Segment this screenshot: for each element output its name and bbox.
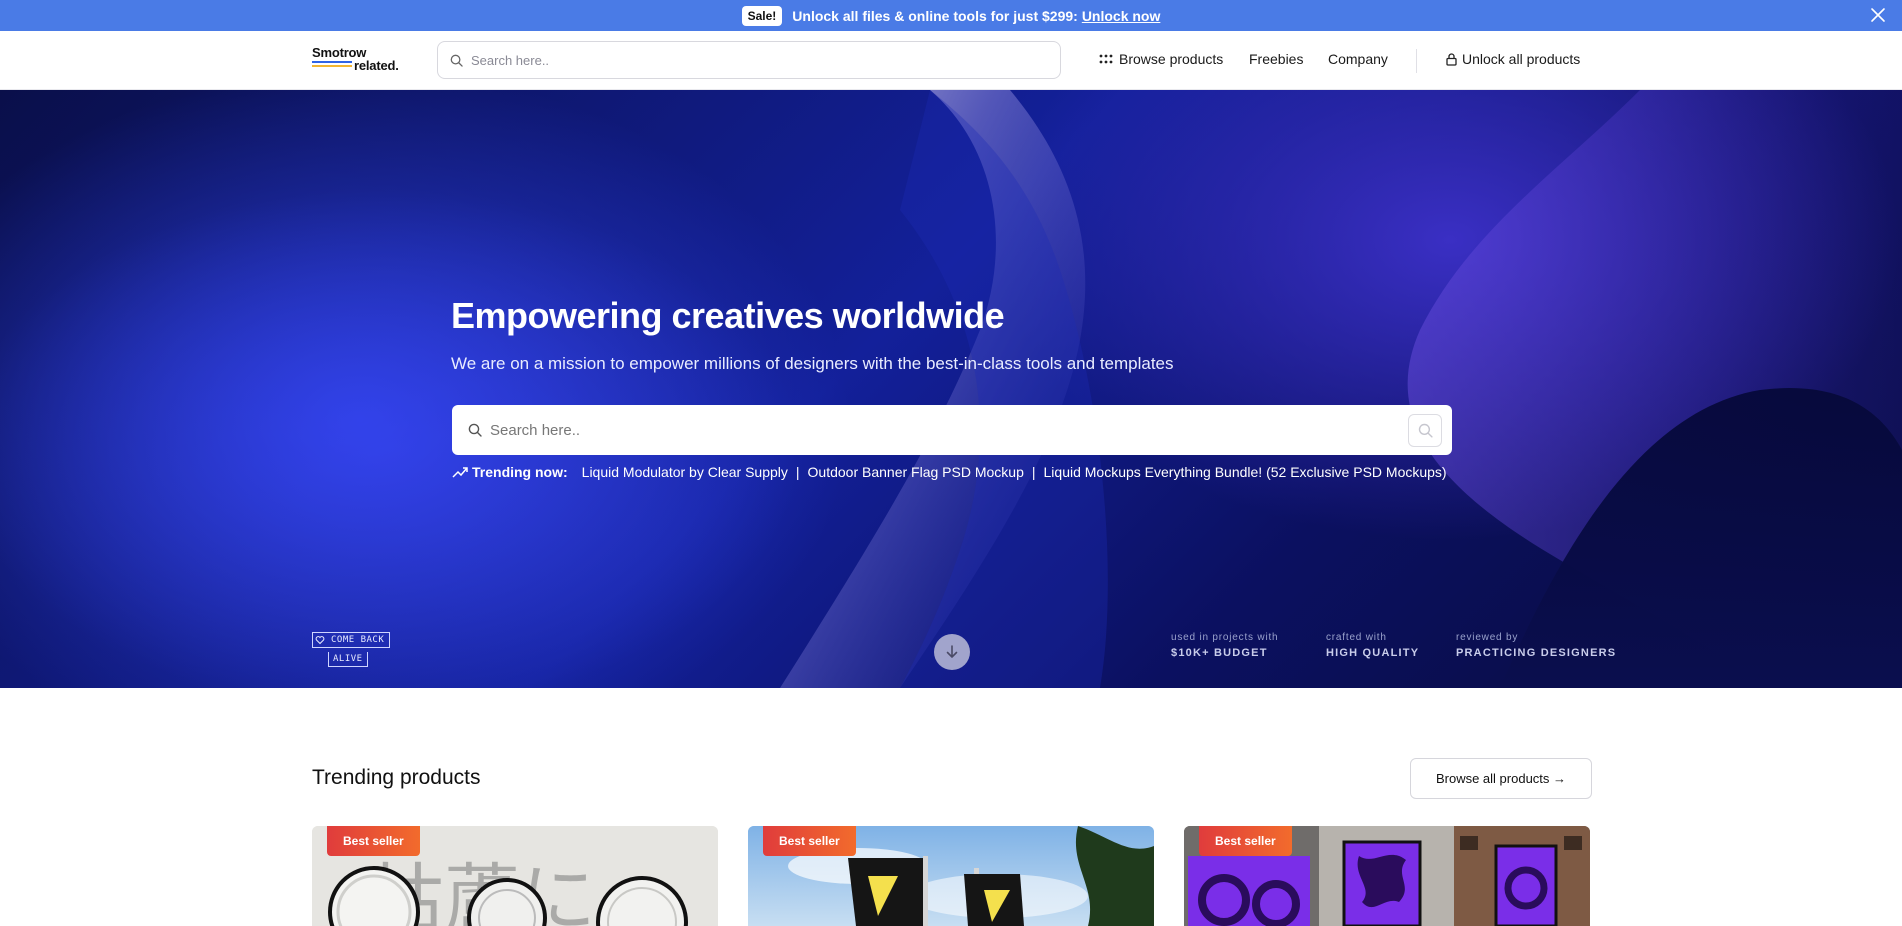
trending-products-title: Trending products	[312, 766, 481, 789]
search-icon	[468, 423, 482, 437]
hero-title: Empowering creatives worldwide	[451, 295, 1005, 336]
company-link[interactable]: Company	[1328, 51, 1388, 67]
stat-reviewers-value: PRACTICING DESIGNERS	[1456, 647, 1617, 659]
trending-up-icon	[452, 467, 468, 478]
close-banner-button[interactable]	[1866, 3, 1890, 27]
logo[interactable]: Smotrow related.	[312, 46, 412, 75]
stat-quality-key: crafted with	[1326, 632, 1387, 643]
stat-budget: used in projects with $10K+ BUDGET	[1171, 632, 1278, 659]
stat-budget-value: $10K+ BUDGET	[1171, 647, 1268, 659]
top-navigation: Smotrow related. Browse products Freebie…	[0, 31, 1902, 90]
best-seller-badge: Best seller	[327, 826, 420, 856]
header-search-box[interactable]	[437, 41, 1061, 79]
come-back-text: COME BACK	[331, 635, 385, 645]
stat-quality: crafted with HIGH QUALITY	[1326, 632, 1419, 659]
heart-icon	[315, 636, 325, 645]
come-back-alive-logo[interactable]: COME BACK ALIVE	[312, 632, 391, 667]
alive-text: ALIVE	[328, 652, 368, 667]
grid-dots-icon	[1099, 54, 1113, 64]
trending-link-liquid-modulator[interactable]: Liquid Modulator by Clear Supply	[582, 464, 788, 480]
browse-all-products-button[interactable]: Browse all products →	[1410, 758, 1592, 799]
search-icon	[1418, 423, 1433, 438]
sale-text: Unlock all files & online tools for just…	[792, 7, 1078, 24]
hero-section: Empowering creatives worldwide We are on…	[0, 90, 1902, 688]
trending-separator: |	[1031, 464, 1036, 480]
arrow-down-icon	[946, 645, 958, 658]
trending-link-liquid-bundle[interactable]: Liquid Mockups Everything Bundle! (52 Ex…	[1044, 464, 1447, 480]
browse-products-label: Browse products	[1119, 51, 1224, 67]
product-card-liquid-bundle[interactable]: Best seller	[1184, 826, 1590, 926]
logo-text-bottom: related.	[354, 58, 399, 73]
hero-background-waves	[0, 90, 1902, 688]
unlock-all-products-link[interactable]: Unlock all products	[1446, 51, 1580, 67]
trending-link-banner-flag[interactable]: Outdoor Banner Flag PSD Mockup	[808, 464, 1024, 480]
nav-divider	[1416, 49, 1417, 73]
freebies-link[interactable]: Freebies	[1249, 51, 1303, 67]
logo-stripes	[312, 61, 352, 69]
stat-budget-key: used in projects with	[1171, 632, 1279, 643]
trending-now-row: Trending now: Liquid Modulator by Clear …	[452, 464, 1447, 480]
hero-subtitle: We are on a mission to empower millions …	[451, 354, 1174, 373]
come-back-alive-row1: COME BACK	[312, 632, 391, 648]
hero-search-input[interactable]	[490, 421, 1390, 439]
sale-banner: Sale! Unlock all files & online tools fo…	[0, 0, 1902, 31]
unlock-now-link[interactable]: Unlock now	[1082, 8, 1161, 24]
best-seller-badge: Best seller	[763, 826, 856, 856]
sale-badge: Sale!	[741, 5, 783, 26]
close-icon	[1871, 8, 1885, 22]
hero-search-button[interactable]	[1408, 414, 1442, 447]
stat-reviewers: reviewed by PRACTICING DESIGNERS	[1456, 632, 1616, 659]
scroll-down-button[interactable]	[934, 634, 970, 670]
stat-quality-value: HIGH QUALITY	[1326, 647, 1420, 659]
lock-icon	[1446, 52, 1457, 66]
product-card-liquid-modulator[interactable]: 枯蘆に Best seller	[312, 826, 718, 926]
trending-now-label: Trending now:	[472, 464, 568, 480]
product-card-banner-flag[interactable]: Best seller	[748, 826, 1154, 926]
search-icon	[450, 54, 463, 67]
header-search-input[interactable]	[471, 52, 1031, 68]
browse-products-link[interactable]: Browse products	[1099, 51, 1223, 67]
hero-search-box[interactable]	[452, 405, 1452, 455]
best-seller-badge: Best seller	[1199, 826, 1292, 856]
stat-reviewers-key: reviewed by	[1456, 632, 1519, 643]
trending-separator: |	[795, 464, 800, 480]
unlock-all-products-label: Unlock all products	[1462, 51, 1581, 67]
